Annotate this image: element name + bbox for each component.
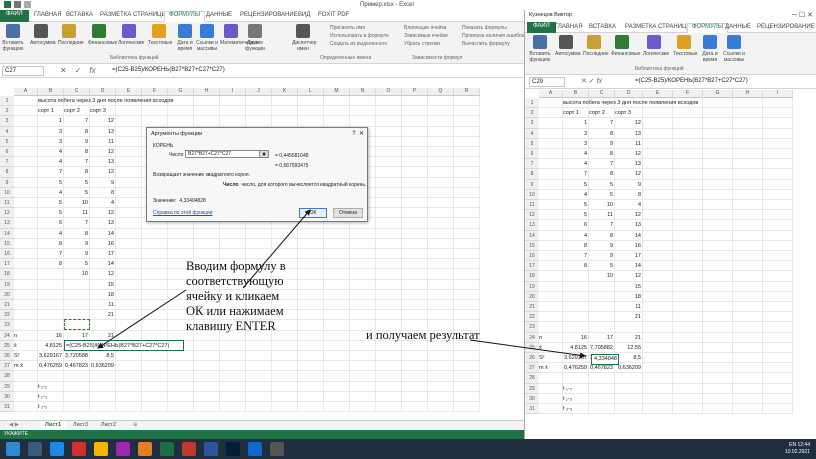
taskbar-firefox-icon[interactable] <box>138 442 152 456</box>
taskbar-word-icon[interactable] <box>204 442 218 456</box>
arrow-to-cell <box>97 289 187 349</box>
system-tray: EN 12:44 10.02.2021 <box>785 442 810 456</box>
taskbar-ie-icon[interactable] <box>50 442 64 456</box>
taskbar: EN 12:44 10.02.2021 <box>0 439 816 459</box>
language-indicator[interactable]: EN <box>789 442 796 448</box>
taskbar-excel-icon[interactable] <box>160 442 174 456</box>
taskbar-search-icon[interactable] <box>28 442 42 456</box>
arrow-to-result <box>469 339 586 359</box>
arrow-to-ok <box>242 209 311 289</box>
taskbar-app-icon[interactable] <box>270 442 284 456</box>
taskbar-media-icon[interactable] <box>116 442 130 456</box>
taskbar-photoshop-icon[interactable] <box>226 442 240 456</box>
taskbar-acrobat-icon[interactable] <box>182 442 196 456</box>
date: 10.02.2021 <box>784 449 810 455</box>
taskbar-explorer-icon[interactable] <box>94 442 108 456</box>
taskbar-outlook-icon[interactable] <box>248 442 262 456</box>
annotation-arrows <box>97 209 586 359</box>
clock: 12:44 <box>797 442 810 448</box>
taskbar-yandex-icon[interactable] <box>72 442 86 456</box>
taskbar-start-icon[interactable] <box>6 442 20 456</box>
